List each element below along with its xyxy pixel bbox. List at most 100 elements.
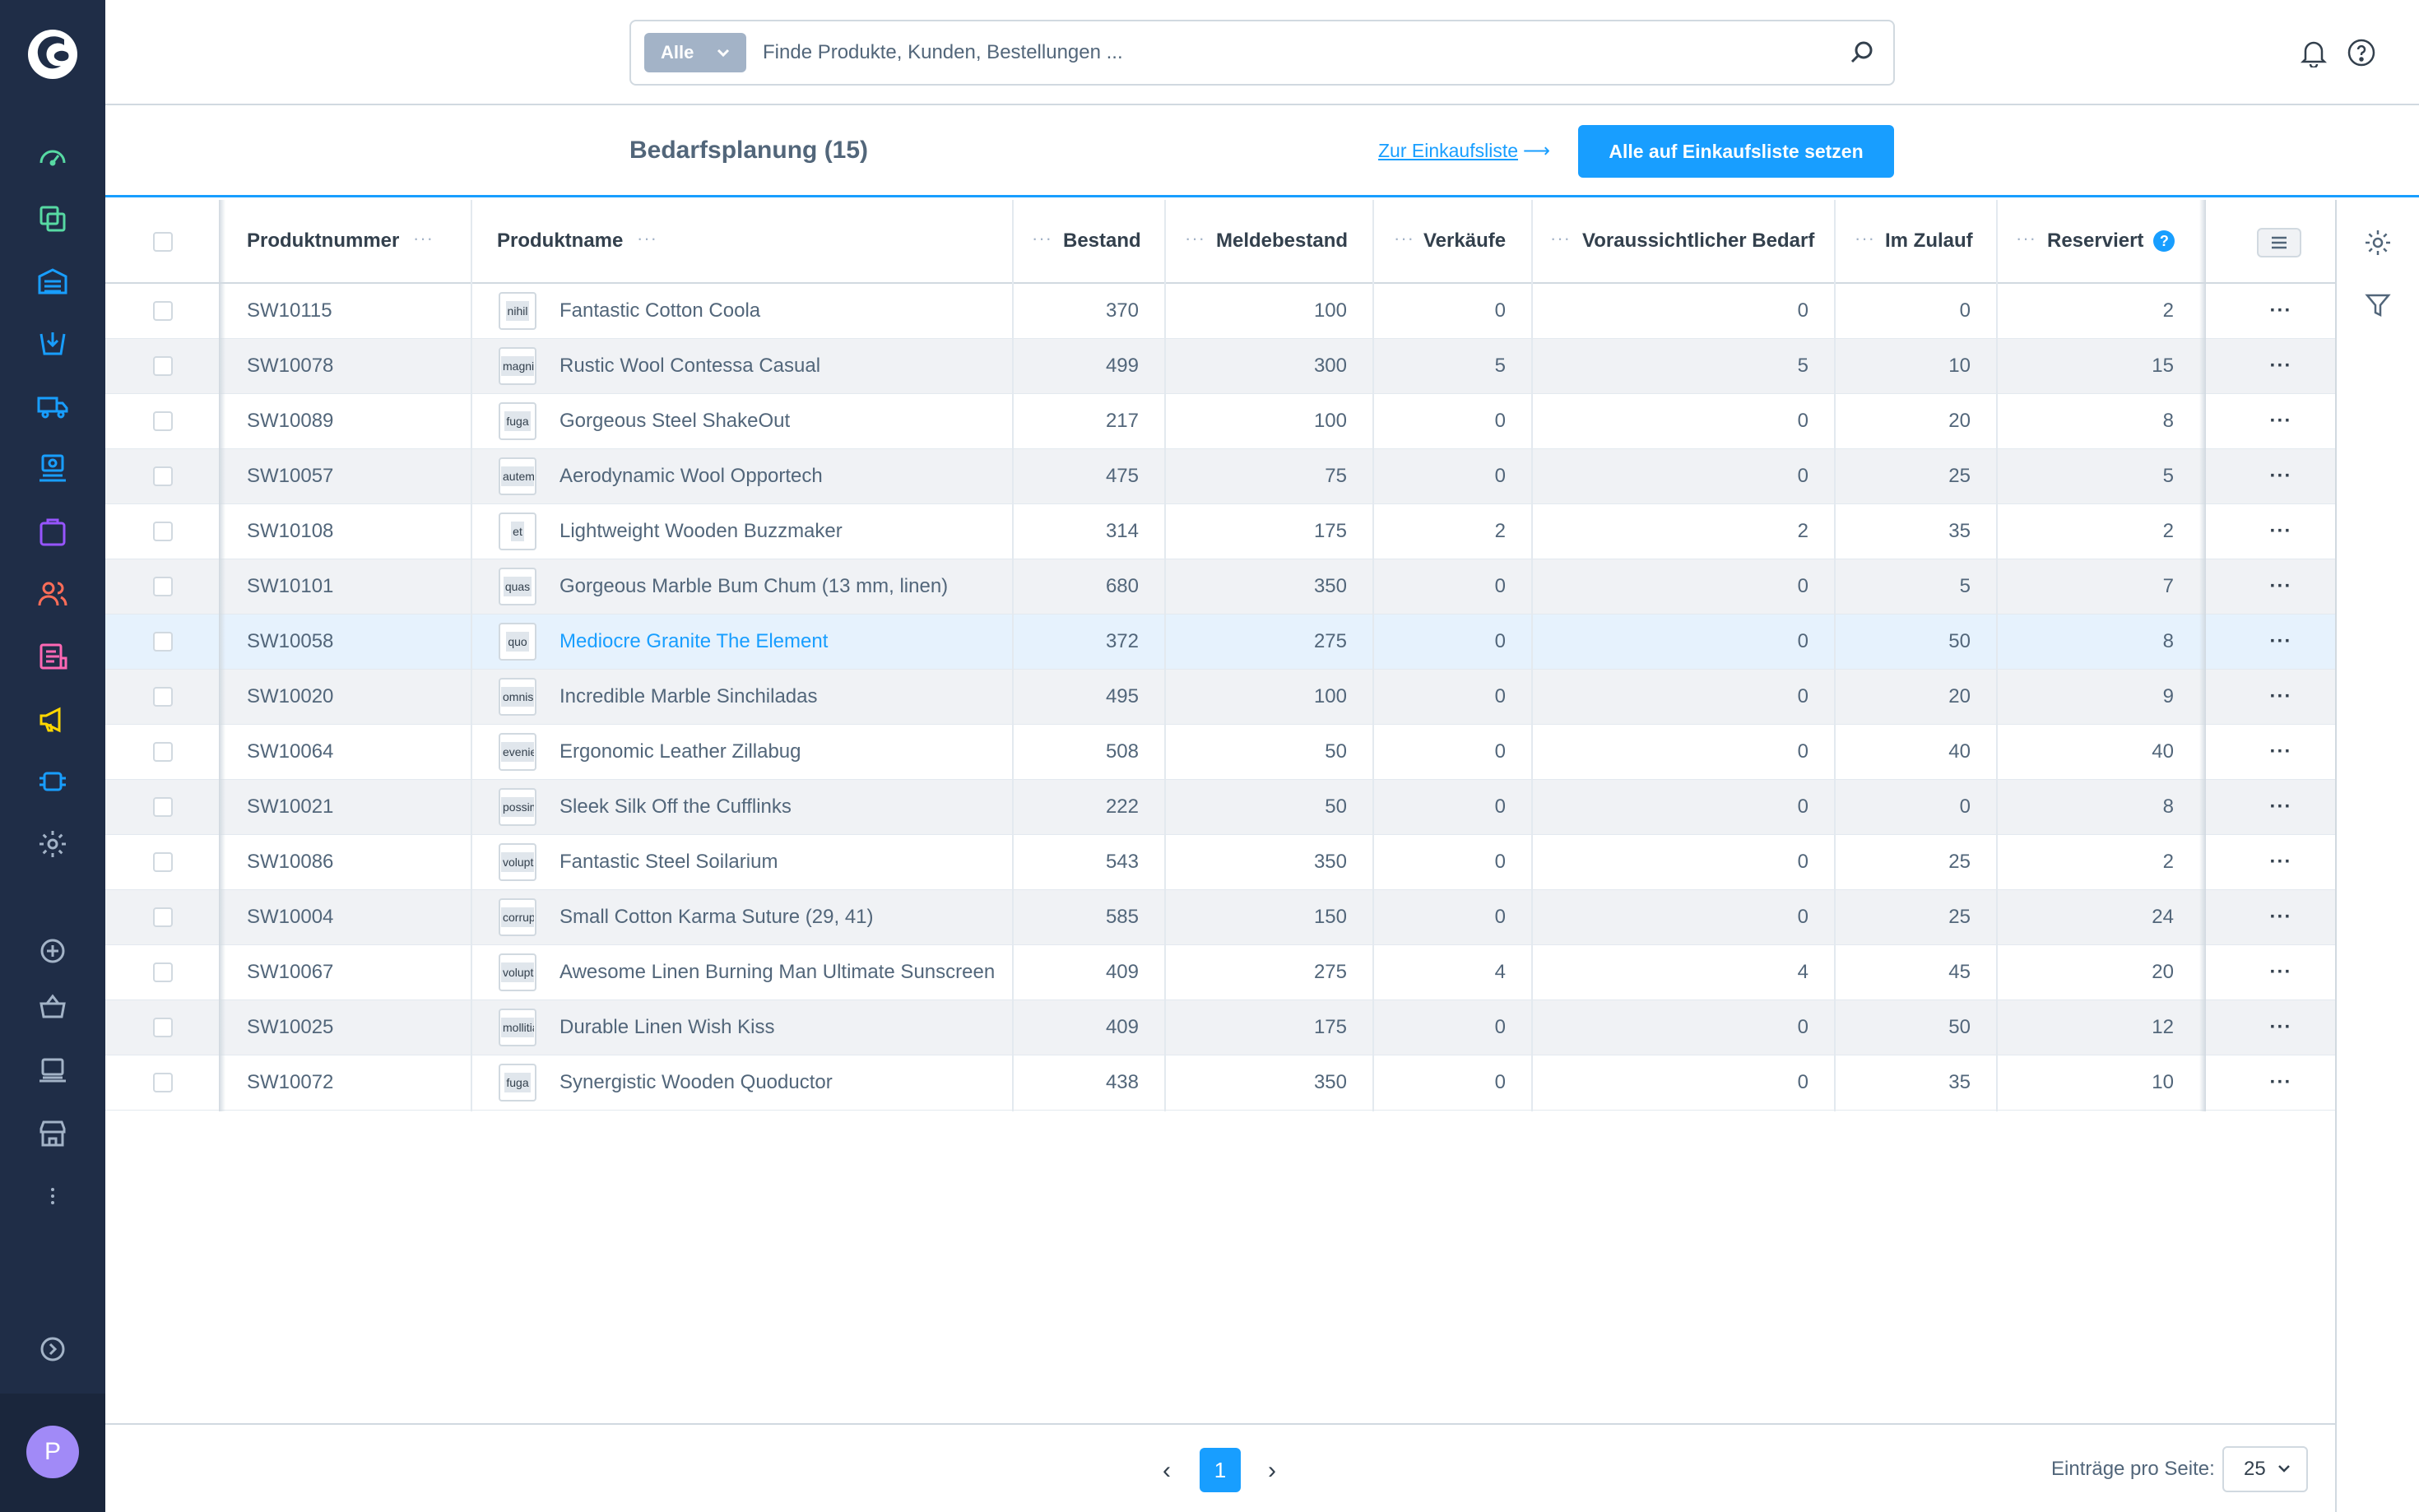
product-name-link[interactable]: Ergonomic Leather Zillabug [559,725,801,779]
shopping-list-link[interactable]: Zur Einkaufsliste ⟶ [1378,140,1550,162]
row-actions-button[interactable]: ··· [2264,625,2297,658]
row-actions-button[interactable]: ··· [2264,901,2297,934]
col-menu-name[interactable]: ··· [637,228,657,249]
row-actions-button[interactable]: ··· [2264,350,2297,383]
table-row[interactable]: SW10021 possimus Sleek Silk Off the Cuffli… [105,780,2335,835]
pos-icon[interactable] [36,1055,69,1088]
row-checkbox[interactable] [153,1018,173,1037]
product-name-link[interactable]: Awesome Linen Burning Man Ultimate Sunsc… [559,945,995,999]
row-actions-button[interactable]: ··· [2264,515,2297,548]
product-name-link[interactable]: Rustic Wool Contessa Casual [559,339,820,393]
row-actions-button[interactable]: ··· [2264,735,2297,768]
filter-icon[interactable] [2363,290,2393,320]
table-row[interactable]: SW10004 corrupti Small Cotton Karma Suture… [105,890,2335,945]
col-header-name[interactable]: Produktname [497,200,623,282]
row-actions-button[interactable]: ··· [2264,295,2297,327]
row-checkbox[interactable] [153,356,173,376]
table-row[interactable]: SW10101 quas Gorgeous Marble Bum Chum (13 … [105,559,2335,615]
product-name-link[interactable]: Lightweight Wooden Buzzmaker [559,504,843,559]
product-name-link[interactable]: Aerodynamic Wool Opportech [559,449,823,503]
previous-page-button[interactable]: ‹ [1150,1454,1183,1487]
row-checkbox[interactable] [153,852,173,872]
page-1-button[interactable]: 1 [1200,1448,1241,1492]
store-icon[interactable] [36,1117,69,1150]
per-page-select[interactable]: 25 [2222,1446,2308,1492]
search-type-select[interactable]: Alle [644,33,746,72]
row-checkbox[interactable] [153,907,173,927]
product-name-link[interactable]: Sleek Silk Off the Cufflinks [559,780,792,834]
product-name-link[interactable]: Incredible Marble Sinchiladas [559,670,818,724]
col-header-expected[interactable]: Voraussichtlicher Bedarf [1582,200,1814,282]
supplier-icon[interactable] [36,452,69,485]
shipping-icon[interactable] [36,390,69,423]
extensions-icon[interactable] [36,765,69,798]
add-icon[interactable] [36,935,69,967]
grid-settings-button[interactable] [2257,228,2301,257]
col-menu-number[interactable]: ··· [413,228,434,249]
col-header-incoming[interactable]: Im Zulauf [1885,200,1973,282]
table-row[interactable]: SW10089 fuga Gorgeous Steel ShakeOut 217 100… [105,394,2335,449]
customers-icon[interactable] [36,577,69,610]
table-row[interactable]: SW10020 omnis Incredible Marble Sinchilada… [105,670,2335,725]
row-actions-button[interactable]: ··· [2264,1011,2297,1044]
table-row[interactable]: SW10057 autem Aerodynamic Wool Opportech 47… [105,449,2335,504]
orders-icon[interactable] [36,515,69,548]
row-actions-button[interactable]: ··· [2264,791,2297,823]
table-row[interactable]: SW10064 eveniet Ergonomic Leather Zillabug… [105,725,2335,780]
table-row[interactable]: SW10067 voluptatum Awesome Linen Burning M… [105,945,2335,1000]
row-actions-button[interactable]: ··· [2264,680,2297,713]
shopware-logo[interactable] [26,28,79,81]
table-row[interactable]: SW10086 voluptates Fantastic Steel Soilari… [105,835,2335,890]
row-checkbox[interactable] [153,632,173,652]
row-actions-button[interactable]: ··· [2264,1066,2297,1099]
row-checkbox[interactable] [153,301,173,321]
row-checkbox[interactable] [153,797,173,817]
bell-icon[interactable] [2299,38,2328,67]
col-menu-sales[interactable]: ··· [1394,228,1414,249]
row-checkbox[interactable] [153,962,173,982]
table-row[interactable]: SW10115 nihil Fantastic Cotton Coola 370 100… [105,284,2335,339]
marketing-icon[interactable] [36,703,69,735]
expand-sidebar-icon[interactable] [36,1333,69,1366]
basket-icon[interactable] [36,990,69,1023]
inventory-icon[interactable] [36,265,69,298]
row-actions-button[interactable]: ··· [2264,846,2297,879]
product-name-link[interactable]: Fantastic Steel Soilarium [559,835,778,889]
dashboard-icon[interactable] [36,140,69,173]
row-actions-button[interactable]: ··· [2264,956,2297,989]
row-actions-button[interactable]: ··· [2264,405,2297,438]
table-row[interactable]: SW10025 mollitia Durable Linen Wish Kiss 40… [105,1000,2335,1055]
row-checkbox[interactable] [153,1073,173,1092]
row-actions-button[interactable]: ··· [2264,460,2297,493]
select-all-checkbox[interactable] [153,232,173,252]
table-row[interactable]: SW10078 magni Rustic Wool Contessa Casual 4… [105,339,2335,394]
row-checkbox[interactable] [153,411,173,431]
gear-icon[interactable] [2363,228,2393,257]
row-checkbox[interactable] [153,577,173,596]
table-row[interactable]: SW10072 fuga Synergistic Wooden Quoductor 4… [105,1055,2335,1111]
add-all-to-shopping-list-button[interactable]: Alle auf Einkaufsliste setzen [1578,125,1894,178]
product-name-link[interactable]: Mediocre Granite The Element [559,615,828,669]
table-row[interactable]: SW10108 et Lightweight Wooden Buzzmaker 314… [105,504,2335,559]
row-checkbox[interactable] [153,742,173,762]
col-menu-expected[interactable]: ··· [1550,228,1571,249]
product-name-link[interactable]: Gorgeous Steel ShakeOut [559,394,790,448]
content-icon[interactable] [36,640,69,673]
col-header-reserved[interactable]: Reserviert? [2047,200,2175,282]
reserved-help-icon[interactable]: ? [2153,230,2175,252]
col-menu-reserved[interactable]: ··· [2016,228,2036,249]
row-actions-button[interactable]: ··· [2264,570,2297,603]
col-header-min-stock[interactable]: Meldebestand [1216,200,1348,282]
product-name-link[interactable]: Fantastic Cotton Coola [559,284,760,338]
table-row[interactable]: SW10058 quo Mediocre Granite The Element 37… [105,615,2335,670]
more-icon[interactable] [36,1180,69,1213]
row-checkbox[interactable] [153,466,173,486]
search-icon[interactable] [1849,39,1875,66]
product-name-link[interactable]: Gorgeous Marble Bum Chum (13 mm, linen) [559,559,948,614]
help-icon[interactable] [2347,38,2376,67]
col-header-sales[interactable]: Verkäufe [1423,200,1506,282]
row-checkbox[interactable] [153,522,173,541]
product-name-link[interactable]: Durable Linen Wish Kiss [559,1000,774,1055]
col-menu-stock[interactable]: ··· [1032,228,1052,249]
next-page-button[interactable]: › [1256,1454,1288,1487]
